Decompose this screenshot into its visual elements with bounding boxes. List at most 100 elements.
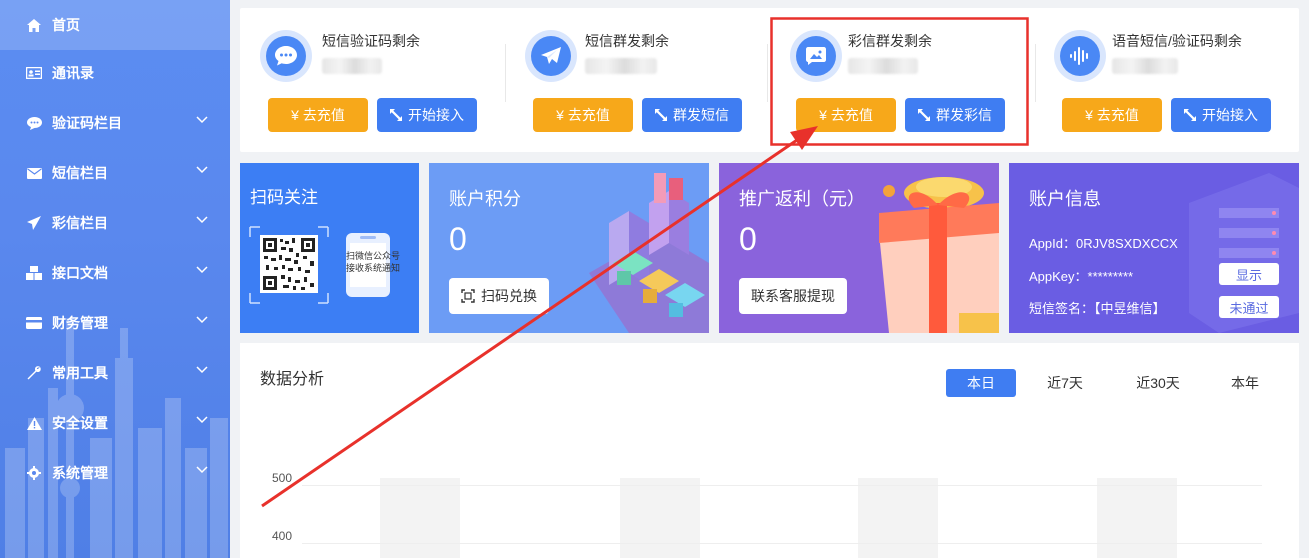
- sidebar: 首页 通讯录 验证码栏目 短信栏目 彩信栏目 接口文档 财务管理 常用工具 安全…: [0, 0, 230, 558]
- sidebar-item-security[interactable]: 安全设置: [0, 398, 230, 448]
- telegram-plane-icon: [531, 36, 571, 76]
- contact-card-icon: [26, 65, 42, 81]
- sidebar-item-tools[interactable]: 常用工具: [0, 348, 230, 398]
- balance-title: 彩信群发剩余: [848, 33, 932, 49]
- chevron-down-icon: [196, 416, 208, 424]
- sidebar-item-label: 彩信栏目: [52, 215, 108, 231]
- scan-icon: [461, 289, 475, 303]
- range-tab-30days[interactable]: 近30天: [1118, 369, 1198, 397]
- recharge-button[interactable]: ¥ 去充值: [1062, 98, 1162, 132]
- sidebar-item-mms[interactable]: 彩信栏目: [0, 198, 230, 248]
- start-integration-button[interactable]: 开始接入: [1171, 98, 1271, 132]
- chart-bar-background: [858, 478, 938, 558]
- recharge-button[interactable]: ¥ 去充值: [533, 98, 633, 132]
- range-tab-today[interactable]: 本日: [946, 369, 1016, 397]
- bulk-mms-button[interactable]: 群发彩信: [905, 98, 1005, 132]
- sms-signature-text: 短信签名：【中昱维信】: [1029, 301, 1166, 316]
- qr-hint-line: 扫微信公众号: [345, 251, 400, 261]
- sound-wave-icon: [1060, 36, 1100, 76]
- range-tab-7days[interactable]: 近7天: [1030, 369, 1100, 397]
- range-tab-year[interactable]: 本年: [1210, 369, 1280, 397]
- balance-card-mms-bulk: 彩信群发剩余 ¥ 去充值 群发彩信: [770, 8, 1035, 152]
- card-title: 账户积分: [449, 189, 521, 209]
- cubes-icon: [26, 265, 42, 281]
- image-message-icon: [796, 36, 836, 76]
- card-title: 账户信息: [1029, 189, 1101, 209]
- button-label: 群发短信: [673, 107, 729, 123]
- expand-arrows-icon: [918, 109, 930, 121]
- sidebar-item-finance[interactable]: 财务管理: [0, 298, 230, 348]
- qr-follow-card: 扫码关注 扫微信公众号 接收系统通知: [240, 163, 419, 333]
- balance-card-voice: 语音短信/验证码剩余 ¥ 去充值 开始接入: [1034, 8, 1299, 152]
- balance-value-blurred: [585, 58, 657, 74]
- chart-gridline: [302, 485, 1262, 486]
- start-integration-button[interactable]: 开始接入: [377, 98, 477, 132]
- sidebar-item-label: 常用工具: [52, 365, 108, 381]
- chevron-down-icon: [196, 166, 208, 174]
- qr-hint-text: 扫微信公众号 接收系统通知: [338, 250, 408, 274]
- sidebar-item-verification[interactable]: 验证码栏目: [0, 98, 230, 148]
- appid-text: AppId：0RJV8SXDXCCX: [1029, 236, 1178, 251]
- balance-icon-wrap: [260, 30, 312, 82]
- points-value: 0: [449, 221, 467, 257]
- sidebar-item-label: 首页: [52, 17, 80, 33]
- balance-title: 短信验证码剩余: [322, 33, 420, 49]
- button-label: 扫码兑换: [481, 288, 537, 304]
- chat-dots-icon: [266, 36, 306, 76]
- button-label: 开始接入: [408, 107, 464, 123]
- y-tick-label: 500: [272, 471, 293, 485]
- sidebar-item-system[interactable]: 系统管理: [0, 448, 230, 498]
- sidebar-item-sms[interactable]: 短信栏目: [0, 148, 230, 198]
- chevron-down-icon: [196, 216, 208, 224]
- chart-gridline: [302, 543, 1262, 544]
- credit-card-icon: [26, 315, 42, 331]
- home-icon: [26, 17, 42, 33]
- balance-card-sms-verification: 短信验证码剩余 ¥ 去充值 开始接入: [240, 8, 505, 152]
- sidebar-item-label: 接口文档: [52, 265, 108, 281]
- recharge-button[interactable]: ¥ 去充值: [268, 98, 368, 132]
- wrench-icon: [26, 365, 42, 381]
- recharge-button[interactable]: ¥ 去充值: [796, 98, 896, 132]
- isometric-city-illustration: [589, 173, 709, 333]
- expand-arrows-icon: [1184, 109, 1196, 121]
- scan-redeem-button[interactable]: 扫码兑换: [449, 278, 549, 314]
- balance-icon-wrap: [790, 30, 842, 82]
- show-appkey-button[interactable]: 显示: [1219, 263, 1279, 285]
- balance-value-blurred: [1112, 58, 1178, 74]
- balance-card-sms-bulk: 短信群发剩余 ¥ 去充值 群发短信: [505, 8, 770, 152]
- chat-bubble-icon: [26, 115, 42, 131]
- y-tick-label: 400: [272, 529, 293, 543]
- expand-arrows-icon: [390, 109, 402, 121]
- balance-icon-wrap: [1054, 30, 1106, 82]
- chevron-down-icon: [196, 316, 208, 324]
- button-label: 开始接入: [1202, 107, 1258, 123]
- contact-support-withdraw-button[interactable]: 联系客服提现: [739, 278, 847, 314]
- paper-plane-icon: [26, 215, 42, 231]
- balance-title: 语音短信/验证码剩余: [1112, 33, 1242, 49]
- gear-icon: [26, 465, 42, 481]
- chevron-down-icon: [196, 266, 208, 274]
- sidebar-item-api-docs[interactable]: 接口文档: [0, 248, 230, 298]
- appkey-text: AppKey：*********: [1029, 269, 1134, 284]
- warning-icon: [26, 415, 42, 431]
- rebate-value: 0: [739, 221, 757, 257]
- sidebar-item-label: 通讯录: [52, 65, 94, 81]
- card-title: 扫码关注: [250, 188, 318, 207]
- bulk-sms-button[interactable]: 群发短信: [642, 98, 742, 132]
- chevron-down-icon: [196, 116, 208, 124]
- balance-icon-wrap: [525, 30, 577, 82]
- button-label: 群发彩信: [936, 107, 992, 123]
- balance-panel: 短信验证码剩余 ¥ 去充值 开始接入 短信群发剩余 ¥ 去充值 群发短信 彩信群…: [240, 8, 1299, 152]
- gift-box-illustration: [879, 177, 999, 333]
- card-title: 推广返利（元）: [739, 189, 865, 209]
- signature-status-button[interactable]: 未通过: [1219, 296, 1279, 318]
- chevron-down-icon: [196, 466, 208, 474]
- sidebar-item-contacts[interactable]: 通讯录: [0, 48, 230, 98]
- sidebar-item-home[interactable]: 首页: [0, 0, 230, 50]
- chart-bar-background: [380, 478, 460, 558]
- chart-bar-background: [620, 478, 700, 558]
- expand-arrows-icon: [655, 109, 667, 121]
- panel-title: 数据分析: [260, 371, 325, 388]
- sidebar-item-label: 验证码栏目: [52, 115, 122, 131]
- balance-value-blurred: [322, 58, 382, 74]
